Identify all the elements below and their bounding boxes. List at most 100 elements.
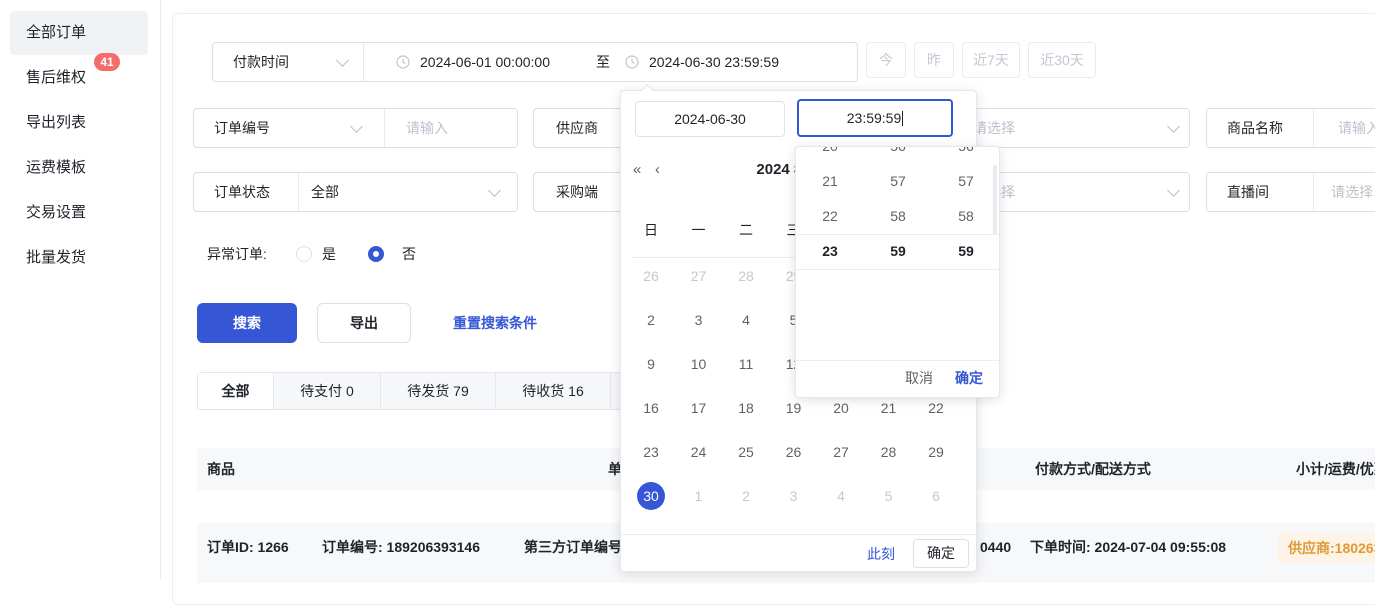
time-option-hours[interactable]: 20 bbox=[796, 147, 864, 164]
order-no-field-select[interactable]: 订单编号 bbox=[214, 109, 270, 147]
quick-range-yesterday-button[interactable]: 昨 bbox=[914, 42, 954, 78]
abnormal-yes-label[interactable]: 是 bbox=[322, 238, 336, 270]
product-name-label: 商品名称 bbox=[1227, 109, 1283, 147]
tab-1[interactable]: 全部 bbox=[198, 373, 274, 409]
time-option-seconds[interactable]: 59 bbox=[932, 234, 999, 269]
time-option-minutes[interactable]: 59 bbox=[864, 234, 932, 269]
day-cell[interactable]: 16 bbox=[627, 388, 675, 428]
time-option-minutes[interactable]: 58 bbox=[864, 199, 932, 234]
time-columns: 20212223 56575859 56575859 bbox=[796, 147, 999, 361]
time-panel-footer: 取消 确定 bbox=[796, 359, 999, 397]
day-cell[interactable]: 5 bbox=[865, 476, 913, 516]
abnormal-no-label[interactable]: 否 bbox=[402, 238, 416, 270]
day-cell[interactable]: 27 bbox=[817, 432, 865, 472]
time-option-hours[interactable]: 21 bbox=[796, 164, 864, 199]
quick-range-30d-button[interactable]: 近30天 bbox=[1028, 42, 1096, 78]
sidebar-item-1[interactable]: 全部订单 bbox=[10, 11, 148, 55]
abnormal-yes-radio[interactable] bbox=[296, 246, 312, 262]
day-cell[interactable]: 2 bbox=[722, 476, 770, 516]
day-cell[interactable]: 27 bbox=[675, 256, 723, 296]
day-cell[interactable]: 26 bbox=[627, 256, 675, 296]
day-cell[interactable]: 6 bbox=[912, 476, 960, 516]
weekday-label: 日 bbox=[627, 215, 675, 245]
abnormal-order-label: 异常订单: bbox=[207, 238, 267, 270]
abnormal-no-radio[interactable] bbox=[368, 246, 384, 262]
order-no: 订单编号: 189206393146 bbox=[322, 536, 480, 558]
time-confirm-button[interactable]: 确定 bbox=[955, 359, 983, 397]
day-cell[interactable]: 24 bbox=[675, 432, 723, 472]
chevron-down-icon bbox=[488, 184, 501, 197]
day-cell[interactable]: 28 bbox=[722, 256, 770, 296]
time-option-seconds[interactable]: 58 bbox=[932, 199, 999, 234]
time-cancel-button[interactable]: 取消 bbox=[905, 359, 933, 397]
search-button[interactable]: 搜索 bbox=[197, 303, 297, 343]
clock-icon bbox=[396, 55, 410, 69]
order-status-filter-group: 订单状态 全部 bbox=[193, 172, 518, 212]
order-no-input[interactable]: 请输入 bbox=[406, 109, 448, 147]
purchaser-label: 采购端 bbox=[556, 173, 598, 211]
start-datetime-input[interactable]: 2024-06-01 00:00:00 bbox=[420, 43, 550, 81]
product-name-input[interactable]: 请输入 bbox=[1338, 109, 1375, 147]
tab-2[interactable]: 待支付 0 bbox=[274, 373, 381, 409]
now-link[interactable]: 此刻 bbox=[867, 539, 895, 569]
live-room-select[interactable]: 请选择 bbox=[1331, 173, 1373, 211]
sidebar-item-3[interactable]: 导出列表 bbox=[10, 101, 148, 145]
day-cell[interactable]: 29 bbox=[912, 432, 960, 472]
day-cell[interactable]: 9 bbox=[627, 344, 675, 384]
chevron-down-icon bbox=[336, 54, 349, 67]
weekday-label: 二 bbox=[722, 215, 770, 245]
time-option-seconds[interactable]: 57 bbox=[932, 164, 999, 199]
picker-time-input[interactable]: 23:59:59 bbox=[797, 99, 953, 137]
day-cell[interactable]: 4 bbox=[817, 476, 865, 516]
end-datetime-input[interactable]: 2024-06-30 23:59:59 bbox=[649, 43, 779, 81]
day-cell[interactable]: 25 bbox=[722, 432, 770, 472]
divider bbox=[384, 109, 385, 147]
quick-range-today-button[interactable]: 今 bbox=[866, 42, 906, 78]
pay-time-filter-group: 付款时间 2024-06-01 00:00:00 至 2024-06-30 23… bbox=[212, 42, 858, 82]
sidebar-item-2[interactable]: 售后维权 bbox=[10, 56, 148, 100]
quick-range-7d-button[interactable]: 近7天 bbox=[962, 42, 1020, 78]
picker-confirm-button[interactable]: 确定 bbox=[913, 539, 969, 568]
day-cell[interactable]: 10 bbox=[675, 344, 723, 384]
day-cell[interactable]: 1 bbox=[675, 476, 723, 516]
time-option-seconds[interactable]: 56 bbox=[932, 147, 999, 164]
reset-search-link[interactable]: 重置搜索条件 bbox=[453, 303, 537, 343]
tab-3[interactable]: 待发货 79 bbox=[381, 373, 496, 409]
order-status-label: 订单状态 bbox=[214, 173, 270, 211]
day-cell[interactable]: 23 bbox=[627, 432, 675, 472]
time-option-minutes[interactable]: 57 bbox=[864, 164, 932, 199]
supplier-select[interactable]: 请选择 bbox=[973, 109, 1015, 147]
time-option-hours[interactable]: 22 bbox=[796, 199, 864, 234]
time-option-minutes[interactable]: 56 bbox=[864, 147, 932, 164]
day-cell[interactable]: 26 bbox=[770, 432, 818, 472]
export-button[interactable]: 导出 bbox=[317, 303, 411, 343]
sidebar-item-6[interactable]: 批量发货 bbox=[10, 236, 148, 280]
chevron-down-icon bbox=[1167, 184, 1180, 197]
day-cell[interactable]: 3 bbox=[770, 476, 818, 516]
day-cell[interactable]: 2 bbox=[627, 300, 675, 340]
day-cell[interactable]: 11 bbox=[722, 344, 770, 384]
chevron-down-icon bbox=[350, 120, 363, 133]
live-room-filter-group: 直播间 请选择 bbox=[1206, 172, 1375, 212]
col-payment-delivery: 付款方式/配送方式 bbox=[1035, 448, 1151, 490]
time-option-hours[interactable]: 23 bbox=[796, 234, 864, 269]
tab-4[interactable]: 待收货 16 bbox=[496, 373, 611, 409]
pay-time-field-select[interactable]: 付款时间 bbox=[233, 43, 289, 81]
col-product: 商品 bbox=[207, 448, 235, 490]
day-cell[interactable]: 4 bbox=[722, 300, 770, 340]
day-cell-selected[interactable]: 30 bbox=[627, 476, 675, 516]
day-cell[interactable]: 18 bbox=[722, 388, 770, 428]
third-party-order-no: 第三方订单编号: bbox=[524, 536, 627, 558]
product-name-filter-group: 商品名称 请输入 bbox=[1206, 108, 1375, 148]
divider bbox=[363, 43, 364, 81]
picker-date-input[interactable]: 2024-06-30 bbox=[635, 101, 785, 137]
day-cell[interactable]: 3 bbox=[675, 300, 723, 340]
divider bbox=[298, 173, 299, 211]
clock-icon bbox=[625, 55, 639, 69]
sidebar-item-5[interactable]: 交易设置 bbox=[10, 191, 148, 235]
day-cell[interactable]: 28 bbox=[865, 432, 913, 472]
day-cell[interactable]: 17 bbox=[675, 388, 723, 428]
sidebar-item-4[interactable]: 运费模板 bbox=[10, 146, 148, 190]
picker-footer: 此刻 确定 bbox=[621, 534, 976, 571]
order-status-select[interactable]: 全部 bbox=[311, 173, 339, 211]
